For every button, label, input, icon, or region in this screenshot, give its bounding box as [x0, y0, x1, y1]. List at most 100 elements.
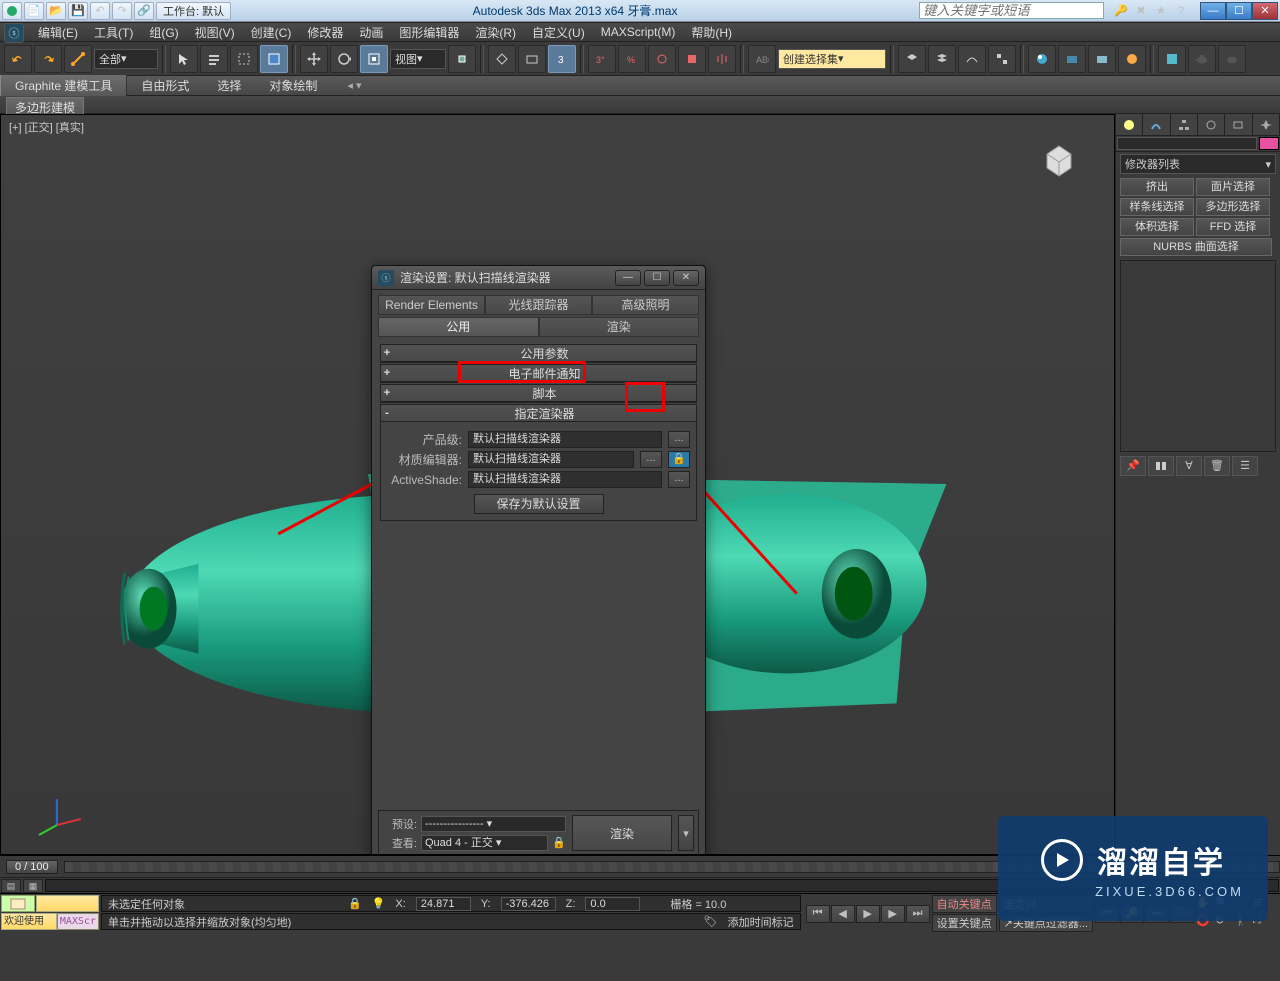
search-input[interactable]: [919, 2, 1104, 19]
mirror-button[interactable]: [708, 45, 736, 73]
motion-tab-icon[interactable]: [1198, 114, 1225, 135]
align-button[interactable]: ABC: [748, 45, 776, 73]
undo-button[interactable]: [4, 45, 32, 73]
select-name-button[interactable]: [200, 45, 228, 73]
menu-modifiers[interactable]: 修改器: [299, 24, 351, 41]
refcoord-dropdown[interactable]: 视图 ▾: [390, 49, 446, 69]
dialog-maximize-button[interactable]: ☐: [644, 270, 670, 286]
menu-customize[interactable]: 自定义(U): [524, 24, 593, 41]
viewcube[interactable]: [1034, 135, 1084, 185]
dialog-titlebar[interactable]: ⓢ 渲染设置: 默认扫描线渲染器 — ☐ ✕: [372, 266, 705, 290]
rollup-common-params[interactable]: +公用参数: [381, 345, 696, 362]
mod-polysel[interactable]: 多边形选择: [1196, 198, 1270, 216]
exchange-icon[interactable]: ✖: [1132, 2, 1150, 20]
menu-maxscript[interactable]: MAXScript(M): [593, 25, 684, 39]
select-button[interactable]: [170, 45, 198, 73]
redo-button[interactable]: [34, 45, 62, 73]
menu-animation[interactable]: 动画: [351, 24, 391, 41]
menu-tools[interactable]: 工具(T): [86, 24, 141, 41]
menu-edit[interactable]: 编辑(E): [30, 24, 86, 41]
mod-patchsel[interactable]: 面片选择: [1196, 178, 1270, 196]
z-coord[interactable]: 0.0: [585, 897, 640, 911]
mod-extrude[interactable]: 挤出: [1120, 178, 1194, 196]
show-result-icon[interactable]: [1148, 456, 1174, 476]
modifier-list-dropdown[interactable]: 修改器列表▾: [1120, 154, 1276, 174]
render-button[interactable]: 渲染: [572, 815, 672, 851]
layer-button[interactable]: [898, 45, 926, 73]
rollup-scripts[interactable]: +脚本: [381, 385, 696, 402]
modify-tab-icon[interactable]: [1143, 114, 1170, 135]
render-setup-button[interactable]: [1058, 45, 1086, 73]
remove-mod-icon[interactable]: 🗑: [1204, 456, 1230, 476]
teapot-iterate-button[interactable]: [1218, 45, 1246, 73]
snap-angle-button[interactable]: 3°: [588, 45, 616, 73]
x-coord[interactable]: 24.871: [416, 897, 471, 911]
goto-start-icon[interactable]: ⏮: [806, 905, 830, 923]
layer-mgr-button[interactable]: [928, 45, 956, 73]
tab-renderer[interactable]: 渲染: [539, 317, 700, 337]
time-tag-icon[interactable]: 🏷: [704, 915, 718, 928]
maxscript-label[interactable]: MAXScr: [57, 913, 99, 930]
schematic-button[interactable]: [988, 45, 1016, 73]
make-unique-icon[interactable]: ∀: [1176, 456, 1202, 476]
edit-named-sel-button[interactable]: [678, 45, 706, 73]
next-frame-icon[interactable]: ▶: [881, 905, 905, 923]
configure-icon[interactable]: ☰: [1232, 456, 1258, 476]
snap-button[interactable]: 3: [548, 45, 576, 73]
render-dropdown-button[interactable]: ▾: [678, 815, 694, 851]
maximize-button[interactable]: ☐: [1226, 2, 1252, 20]
material-editor-button[interactable]: [1028, 45, 1056, 73]
mod-nurbs[interactable]: NURBS 曲面选择: [1120, 238, 1272, 256]
trackbar-open-icon[interactable]: ▦: [23, 879, 43, 893]
save-default-button[interactable]: 保存为默认设置: [474, 494, 604, 514]
pin-stack-icon[interactable]: 📌: [1120, 456, 1146, 476]
create-tab-icon[interactable]: [1116, 114, 1143, 135]
menu-rendering[interactable]: 渲染(R): [467, 24, 524, 41]
view-dropdown[interactable]: Quad 4 - 正交 ▾: [421, 835, 548, 851]
tab-selection[interactable]: 选择: [203, 75, 255, 96]
add-time-tag[interactable]: 添加时间标记: [728, 914, 794, 930]
spinner-snap-button[interactable]: [648, 45, 676, 73]
minimize-button[interactable]: —: [1200, 2, 1226, 20]
prev-frame-icon[interactable]: ◀: [831, 905, 855, 923]
rotate-button[interactable]: [330, 45, 358, 73]
subscription-icon[interactable]: 🔑: [1112, 2, 1130, 20]
move-button[interactable]: [300, 45, 328, 73]
tab-common[interactable]: 公用: [378, 317, 539, 337]
object-name-field[interactable]: [1117, 137, 1257, 150]
mod-ffdsel[interactable]: FFD 选择: [1196, 218, 1270, 236]
window-crossing-button[interactable]: [260, 45, 288, 73]
tab-render-elements[interactable]: Render Elements: [378, 295, 485, 315]
mini-listener-icon[interactable]: [1, 895, 35, 912]
setkey-button[interactable]: 设置关键点: [932, 914, 997, 932]
open-icon[interactable]: 📂: [46, 2, 66, 20]
menu-create[interactable]: 创建(C): [243, 24, 300, 41]
utilities-tab-icon[interactable]: [1253, 114, 1280, 135]
menu-group[interactable]: 组(G): [141, 24, 186, 41]
new-icon[interactable]: 📄: [24, 2, 44, 20]
menu-grapheditors[interactable]: 图形编辑器: [391, 24, 467, 41]
teapot-render-button[interactable]: [1188, 45, 1216, 73]
trackbar-menu-icon[interactable]: ▤: [1, 879, 21, 893]
favorite-icon[interactable]: ★: [1152, 2, 1170, 20]
pivot-button[interactable]: [448, 45, 476, 73]
project-icon[interactable]: 🔗: [134, 2, 154, 20]
tab-freeform[interactable]: 自由形式: [127, 75, 203, 96]
menu-view[interactable]: 视图(V): [187, 24, 243, 41]
rollup-email[interactable]: +电子邮件通知: [381, 365, 696, 382]
isolate-icon[interactable]: 💡: [372, 897, 386, 910]
tab-graphite[interactable]: Graphite 建模工具: [0, 75, 127, 96]
rendered-frame-button[interactable]: [1088, 45, 1116, 73]
named-selection-dropdown[interactable]: 创建选择集 ▾: [778, 49, 886, 69]
play-icon[interactable]: ▶: [856, 905, 880, 923]
frame-slider[interactable]: 0 / 100: [6, 860, 58, 874]
modifier-stack[interactable]: [1120, 260, 1276, 452]
goto-end-icon[interactable]: ⏭: [906, 905, 930, 923]
keyboard-shortcut-button[interactable]: [518, 45, 546, 73]
rollup-assign-renderer[interactable]: -指定渲染器: [381, 405, 696, 422]
tab-objectpaint[interactable]: 对象绘制: [255, 75, 331, 96]
redo-icon[interactable]: ↷: [112, 2, 132, 20]
scale-button[interactable]: [360, 45, 388, 73]
tab-adv-lighting[interactable]: 高级照明: [592, 295, 699, 315]
link-button[interactable]: [64, 45, 92, 73]
